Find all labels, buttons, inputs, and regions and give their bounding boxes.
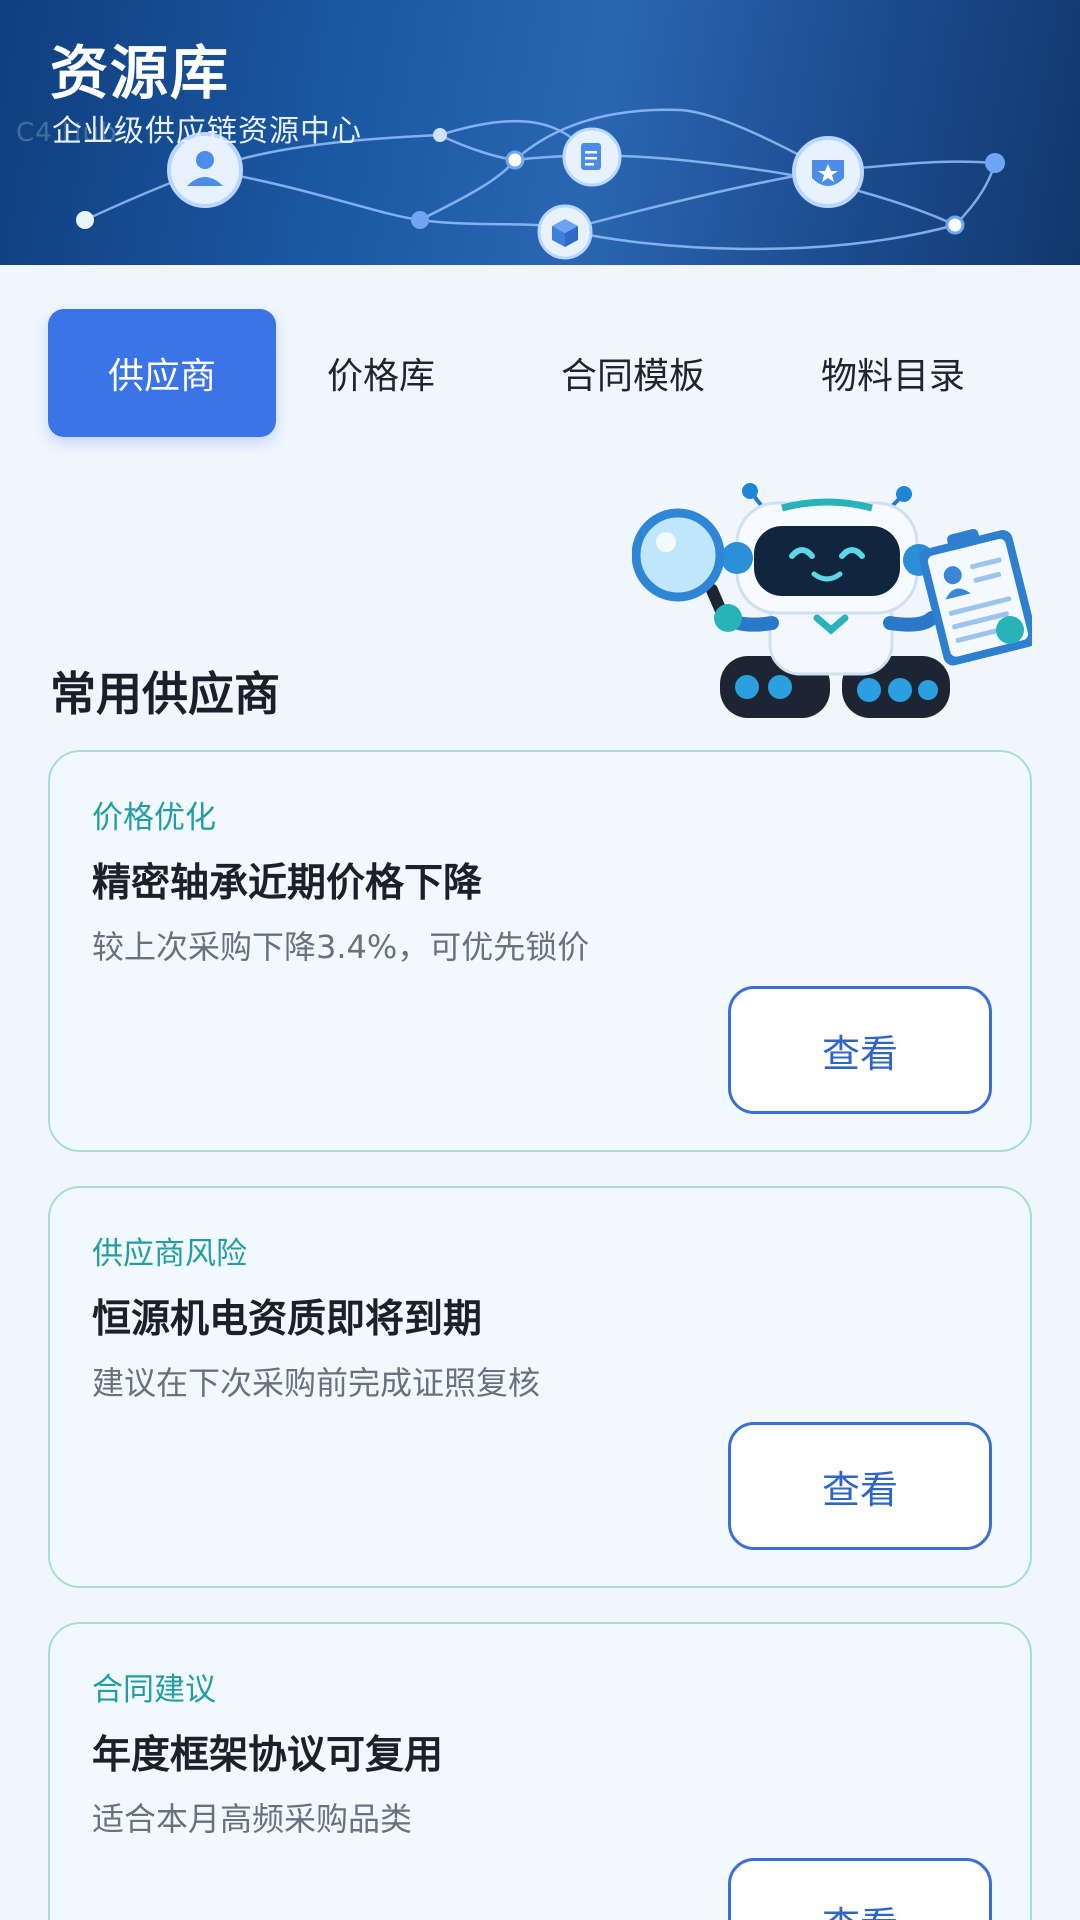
- card-description: 适合本月高频采购品类: [92, 1800, 413, 1838]
- tab-contract-templates[interactable]: 合同模板: [528, 309, 738, 437]
- card-title: 精密轴承近期价格下降: [92, 861, 483, 906]
- tab-price-library[interactable]: 价格库: [276, 309, 486, 437]
- category-tabs: 供应商 价格库 合同模板 物料目录: [48, 309, 1038, 437]
- robot-illustration: [632, 483, 1032, 718]
- page-subtitle: 企业级供应链资源中心: [52, 114, 362, 149]
- view-button[interactable]: 查看: [728, 986, 992, 1114]
- card-description: 较上次采购下降3.4%，可优先锁价: [92, 928, 590, 966]
- card-title: 年度框架协议可复用: [92, 1733, 444, 1778]
- card-tag: 合同建议: [92, 1672, 216, 1708]
- suggestion-card: 价格优化 精密轴承近期价格下降 较上次采购下降3.4%，可优先锁价 查看: [48, 750, 1032, 1152]
- card-tag: 供应商风险: [92, 1236, 247, 1272]
- header-banner: C4 Hub 资源库 企业级供应链资源中心: [0, 0, 1080, 265]
- section-title: 常用供应商: [50, 667, 280, 721]
- clipboard-icon: [919, 528, 1032, 666]
- card-description: 建议在下次采购前完成证照复核: [92, 1364, 541, 1402]
- document-icon: [562, 127, 622, 187]
- box-icon: [537, 204, 593, 260]
- page-title: 资源库: [50, 39, 231, 107]
- tab-suppliers[interactable]: 供应商: [48, 309, 276, 437]
- card-title: 恒源机电资质即将到期: [92, 1297, 483, 1342]
- magnifier-icon: [632, 508, 730, 624]
- badge-icon: [792, 136, 864, 208]
- view-button[interactable]: 查看: [728, 1422, 992, 1550]
- view-button[interactable]: 查看: [728, 1858, 992, 1920]
- card-tag: 价格优化: [92, 800, 216, 836]
- suggestion-card: 供应商风险 恒源机电资质即将到期 建议在下次采购前完成证照复核 查看: [48, 1186, 1032, 1588]
- suggestion-card: 合同建议 年度框架协议可复用 适合本月高频采购品类 查看: [48, 1622, 1032, 1920]
- tab-material-catalog[interactable]: 物料目录: [788, 309, 998, 437]
